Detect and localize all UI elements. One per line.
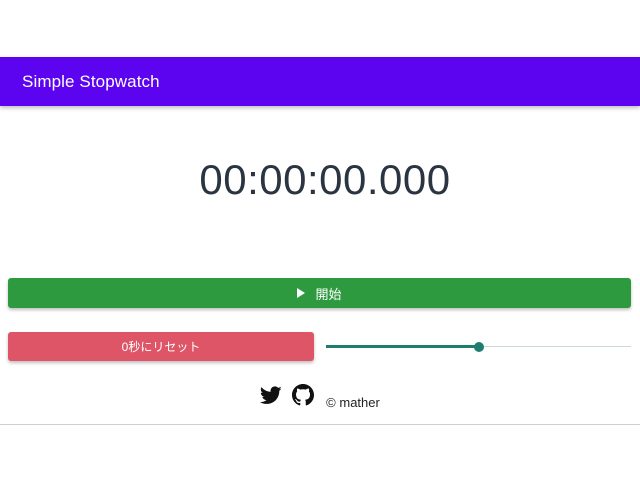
- twitter-icon[interactable]: [260, 384, 282, 406]
- app-bar: Simple Stopwatch: [0, 57, 640, 106]
- footer-divider: [0, 424, 640, 425]
- slider-track-fill: [326, 345, 479, 348]
- timer-display: 00:00:00.000: [199, 156, 451, 203]
- app-root: Simple Stopwatch 00:00:00.000 開始 0秒にリセット…: [0, 0, 640, 480]
- play-icon: [297, 288, 306, 298]
- interval-slider[interactable]: [326, 337, 631, 357]
- reset-button[interactable]: 0秒にリセット: [8, 332, 314, 361]
- credit-text[interactable]: © mather: [326, 395, 380, 410]
- app-title: Simple Stopwatch: [22, 71, 160, 91]
- start-button-label: 開始: [315, 286, 342, 302]
- footer: © mather: [0, 380, 640, 410]
- slider-thumb[interactable]: [473, 342, 484, 352]
- github-icon[interactable]: [292, 384, 315, 406]
- reset-button-label: 0秒にリセット: [121, 340, 201, 354]
- start-button[interactable]: 開始: [8, 278, 631, 308]
